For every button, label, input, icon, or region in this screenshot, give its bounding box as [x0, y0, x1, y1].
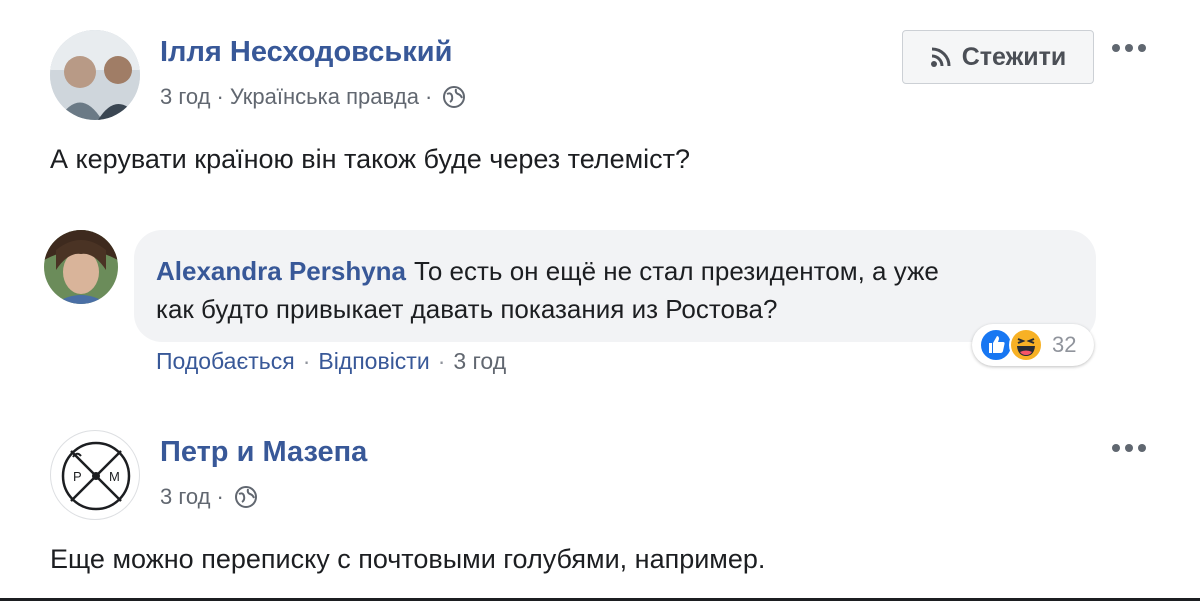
commenter-name[interactable]: Alexandra Pershyna — [156, 256, 406, 286]
post-text: А керувати країною він також буде через … — [50, 144, 691, 174]
globe-icon — [234, 486, 257, 508]
post-time[interactable]: 3 год — [160, 84, 210, 110]
more-options-icon[interactable] — [1112, 438, 1152, 458]
separator-dot: · — [437, 348, 446, 374]
reactions-summary[interactable]: 32 — [972, 324, 1094, 366]
comment-time[interactable]: 3 год — [453, 348, 506, 375]
like-link[interactable]: Подобається — [156, 348, 295, 375]
page-name[interactable]: Петр и Мазепа — [160, 436, 367, 469]
logo-letter-p: P — [73, 469, 82, 484]
author-avatar[interactable] — [50, 30, 140, 120]
logo-letter-m: M — [109, 469, 120, 484]
more-options-icon[interactable] — [1112, 38, 1152, 58]
page-avatar[interactable]: P M — [50, 430, 140, 520]
comment-text-line2: как будто привыкает давать показания из … — [156, 294, 778, 324]
separator-dot: · — [424, 84, 433, 109]
post-meta: 3 год · — [160, 484, 258, 510]
author-name[interactable]: Ілля Несходовський — [160, 36, 452, 69]
rss-icon — [930, 47, 951, 67]
reply-link[interactable]: Відповісти — [318, 348, 429, 375]
post-source[interactable]: Українська правда — [230, 84, 419, 110]
separator-dot: · — [302, 348, 311, 374]
follow-label: Стежити — [961, 42, 1067, 71]
haha-icon — [1009, 328, 1043, 362]
follow-button[interactable]: Стежити — [902, 30, 1094, 84]
post-time[interactable]: 3 год — [160, 484, 210, 510]
comment-actions: Подобається · Відповісти · 3 год — [156, 348, 506, 375]
commenter-avatar[interactable] — [44, 230, 118, 304]
reaction-count: 32 — [1052, 332, 1077, 357]
post-text: Еще можно переписку с почтовыми голубями… — [50, 544, 766, 574]
comment-text-line1: То есть он ещё не стал президентом, а уж… — [414, 256, 939, 286]
post-meta: 3 год · Українська правда · — [160, 84, 466, 110]
comment-bubble: Alexandra Pershyna То есть он ещё не стал… — [134, 230, 1096, 342]
separator-dot: · — [216, 84, 224, 109]
globe-icon — [443, 86, 466, 108]
separator-dot: · — [216, 484, 224, 509]
